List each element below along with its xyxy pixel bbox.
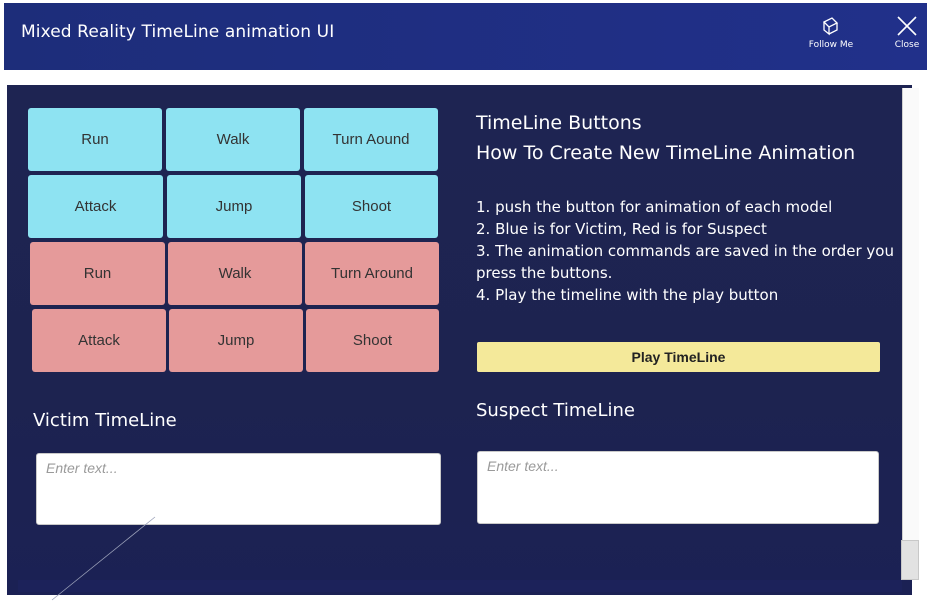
hand-ray-pointer — [51, 516, 156, 601]
